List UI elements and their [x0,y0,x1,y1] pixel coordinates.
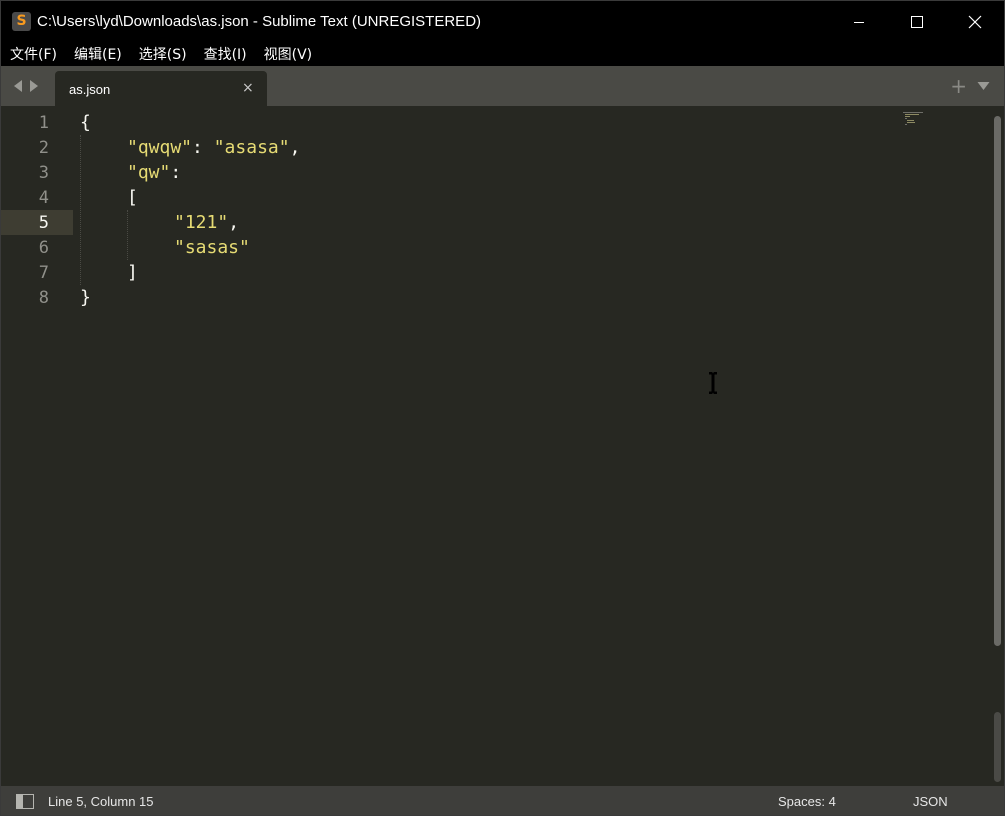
token-key: "qwqw" [127,137,193,158]
code-line-8: } [80,285,91,310]
status-bar: Line 5, Column 15 Spaces: 4 JSON [1,786,1004,815]
line-number: 6 [38,238,49,258]
tab-prev-icon[interactable] [13,79,23,93]
line-number: 2 [38,138,49,158]
token-string: "asasa" [213,137,290,158]
cursor-position[interactable]: Line 5, Column 15 [48,794,154,809]
code-line-7: ] [127,260,138,285]
token-key: "qw" [127,162,171,183]
tab-bar-actions: + [950,76,990,96]
window-controls [830,1,1004,42]
token-brace: } [80,287,91,308]
maximize-icon [911,15,923,28]
gutter-line-6: 6 [1,235,73,260]
token-string: "121" [174,212,229,233]
code-line-3: "qw": [127,160,181,185]
gutter-line-3: 3 [1,160,73,185]
tab-next-icon[interactable] [29,79,39,93]
code-line-2: "qwqw": "asasa", [127,135,300,160]
window-title: C:\Users\lyd\Downloads\as.json - Sublime… [37,13,482,30]
token-string: "sasas" [174,237,250,258]
scrollbar-thumb[interactable] [994,116,1001,646]
close-icon [968,15,982,28]
token-bracket: [ [127,187,138,208]
gutter-line-4: 4 [1,185,73,210]
indent-guide [80,135,81,285]
token-comma: , [289,137,301,158]
line-number: 7 [38,263,49,283]
code-line-6: "sasas" [174,235,250,260]
token-colon: : [170,162,182,183]
code-line-1: { [80,110,91,135]
token-bracket: ] [127,262,138,283]
gutter-line-5-active: 5 [1,210,73,235]
tab-label: as.json [69,82,111,97]
tab-close-icon[interactable]: × [242,80,254,96]
app-icon-glyph: S [16,13,27,29]
token-brace: { [80,112,91,133]
vertical-scrollbar[interactable] [992,112,1002,784]
scrollbar-track [994,712,1001,782]
gutter-line-1: 1 [1,110,73,135]
code-line-5: "121", [174,210,239,235]
menu-selection[interactable]: 选择(S) [131,44,195,64]
title-bar[interactable]: S C:\Users\lyd\Downloads\as.json - Subli… [1,1,1004,42]
menu-file[interactable]: 文件(F) [2,44,65,64]
panel-toggle-icon[interactable] [16,794,34,809]
indent-guide [127,210,128,260]
line-number: 5 [38,213,49,233]
tab-as-json[interactable]: as.json × [55,71,267,106]
line-number: 3 [38,163,49,183]
menu-find[interactable]: 查找(I) [196,44,255,64]
maximize-button[interactable] [888,1,946,42]
code-editor[interactable]: 1 2 3 4 5 6 7 8 { "qwqw": "asasa", "qw":… [1,106,1004,786]
minimize-icon [854,21,864,23]
gutter-line-2: 2 [1,135,73,160]
minimap[interactable] [903,112,923,126]
token-colon: : [192,137,214,158]
menu-edit[interactable]: 编辑(E) [66,44,130,64]
code-line-4: [ [127,185,138,210]
syntax-selector[interactable]: JSON [913,794,948,809]
line-number: 4 [38,188,49,208]
sublime-app-icon[interactable]: S [12,12,31,31]
tab-bar: as.json × + [1,66,1004,106]
minimize-button[interactable] [830,1,888,42]
gutter-line-7: 7 [1,260,73,285]
sublime-window: S C:\Users\lyd\Downloads\as.json - Subli… [0,0,1005,816]
line-number: 1 [38,113,49,133]
indentation-setting[interactable]: Spaces: 4 [778,794,836,809]
token-comma: , [228,212,240,233]
gutter-line-8: 8 [1,285,73,310]
menu-view[interactable]: 视图(V) [256,44,321,64]
tab-nav-arrows [13,79,39,93]
menu-bar: 文件(F) 编辑(E) 选择(S) 查找(I) 视图(V) [1,42,1004,66]
line-number: 8 [38,288,49,308]
new-tab-icon[interactable]: + [950,76,967,96]
tab-menu-chevron-down-icon[interactable] [977,81,990,91]
text-cursor-icon [709,372,717,394]
close-button[interactable] [946,1,1004,42]
